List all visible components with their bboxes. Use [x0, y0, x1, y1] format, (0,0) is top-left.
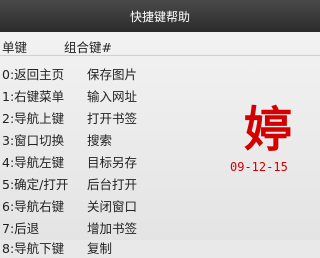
- help-panel: 单键 组合键# 0:返回主页 保存图片 1:右键菜单 输入网址 2:导航上键 打…: [0, 32, 320, 256]
- list-item[interactable]: 8:导航下键 复制: [0, 234, 240, 258]
- action-label: 保存图片: [87, 67, 138, 82]
- signature-date: 09-12-15: [230, 160, 288, 174]
- list-item[interactable]: 4:导航左键 目标另存: [0, 148, 240, 172]
- column-header: 单键 组合键#: [0, 32, 320, 56]
- action-label: 搜索: [87, 133, 113, 148]
- signature-glyph: 婷: [243, 102, 292, 158]
- key-label: 8:导航下键: [2, 241, 65, 256]
- key-label: 2:导航上键: [2, 111, 65, 126]
- action-label: 输入网址: [87, 89, 138, 104]
- action-label: 目标另存: [87, 155, 138, 170]
- header-single-key: 单键: [2, 40, 28, 55]
- action-label: 打开书签: [87, 111, 138, 126]
- list-item[interactable]: 1:右键菜单 输入网址: [0, 82, 240, 106]
- key-label: 1:右键菜单: [2, 89, 65, 104]
- list-item[interactable]: 2:导航上键 打开书签: [0, 104, 240, 128]
- list-item[interactable]: 5:确定/打开 后台打开: [0, 170, 240, 194]
- title-bar: 快捷键帮助: [0, 0, 320, 32]
- key-label: 3:窗口切换: [2, 133, 65, 148]
- action-label: 关闭窗口: [87, 199, 138, 214]
- key-label: 6:导航右键: [2, 199, 65, 214]
- action-label: 复制: [87, 241, 113, 256]
- key-label: 5:确定/打开: [2, 177, 69, 192]
- header-combo-key: 组合键#: [64, 40, 112, 55]
- list-item[interactable]: 6:导航右键 关闭窗口: [0, 192, 240, 216]
- action-label: 后台打开: [87, 177, 138, 192]
- window-title: 快捷键帮助: [129, 9, 190, 24]
- key-label: 4:导航左键: [2, 155, 65, 170]
- list-item[interactable]: 0:返回主页 保存图片: [0, 60, 240, 84]
- key-label: 0:返回主页: [2, 67, 65, 82]
- list-item[interactable]: 3:窗口切换 搜索: [0, 126, 240, 150]
